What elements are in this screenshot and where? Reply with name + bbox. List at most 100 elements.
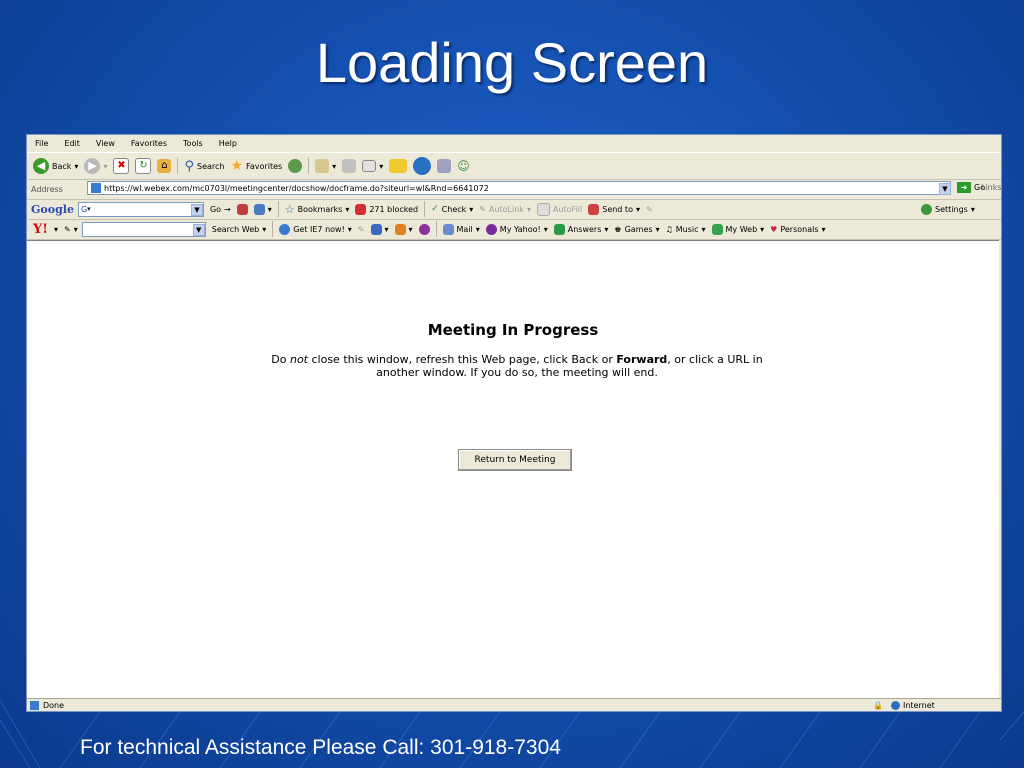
menu-file[interactable]: File xyxy=(35,139,48,148)
personals-button[interactable]: ♥ Personals ▾ xyxy=(770,225,825,234)
discuss-button[interactable] xyxy=(389,159,408,173)
toolbar-separator xyxy=(177,158,179,174)
search-dropdown-icon[interactable]: ▼ xyxy=(190,203,203,216)
history-button[interactable] xyxy=(288,159,303,173)
home-button[interactable]: ⌂ xyxy=(157,159,172,173)
chevron-down-icon: ▾ xyxy=(475,224,480,234)
google-settings-button[interactable]: Settings ▾ xyxy=(921,203,975,215)
envelope-icon xyxy=(442,223,454,235)
yahoo-toolbar-button-c[interactable] xyxy=(418,223,430,235)
chevron-down-icon: ▾ xyxy=(74,161,79,171)
settings-icon xyxy=(921,203,932,215)
chevron-down-icon: ▾ xyxy=(469,204,474,214)
chevron-down-icon: ▾ xyxy=(262,224,267,234)
search-button[interactable]: ⚲ Search xyxy=(184,159,224,174)
chevron-down-icon: ▾ xyxy=(347,224,352,234)
people-icon: ☺ xyxy=(457,159,470,173)
google-go-button[interactable]: Go → xyxy=(210,205,231,214)
star-outline-icon: ☆ xyxy=(284,202,295,216)
mail-button[interactable]: ▾ xyxy=(315,159,336,173)
chevron-down-icon: ▾ xyxy=(701,224,706,234)
back-button[interactable]: ◀ Back ▾ xyxy=(33,158,78,174)
stop-button[interactable]: ✖ xyxy=(113,158,130,174)
games-button[interactable]: ♚ Games ▾ xyxy=(614,225,659,234)
messenger-button[interactable] xyxy=(437,159,452,173)
edit-page-icon xyxy=(362,160,377,172)
search-web-button[interactable]: Search Web ▾ xyxy=(212,225,266,234)
contacts-button[interactable]: ☺ xyxy=(457,159,470,173)
research-button[interactable] xyxy=(413,157,432,175)
menu-favorites[interactable]: Favorites xyxy=(131,139,167,148)
google-toolbar: Google G ▾ ▼ Go → ▾ ☆ Bookmarks ▾ 271 bl… xyxy=(27,199,1001,220)
chevron-down-icon: ▾ xyxy=(54,224,59,234)
antispy-icon xyxy=(394,223,406,235)
menu-tools[interactable]: Tools xyxy=(183,139,203,148)
yahoo-logo[interactable]: Y! xyxy=(33,222,48,237)
support-phone-text: For technical Assistance Please Call: 30… xyxy=(80,736,561,759)
refresh-button[interactable]: ↻ xyxy=(135,158,152,174)
edit-button[interactable]: ▾ xyxy=(362,160,383,172)
standard-toolbar: ◀ Back ▾ ▶ ▾ ✖ ↻ ⌂ ⚲ Search ★ Favorites xyxy=(27,152,1001,180)
spell-check-button[interactable]: ✓ Check ▾ xyxy=(431,204,473,214)
return-to-meeting-button[interactable]: Return to Meeting xyxy=(458,449,572,471)
chevron-down-icon: ▾ xyxy=(103,161,108,171)
links-label[interactable]: Links xyxy=(981,183,1001,192)
music-button[interactable]: ♫ Music ▾ xyxy=(666,225,706,234)
ie-icon xyxy=(279,223,291,235)
autolink-button[interactable]: ✎ AutoLink ▾ xyxy=(479,205,531,214)
toolbar-separator xyxy=(277,201,279,217)
chevron-down-icon: ▾ xyxy=(408,224,413,234)
autofill-icon xyxy=(536,202,550,216)
page-done-icon xyxy=(30,701,39,710)
address-input[interactable]: https://wl.webex.com/mc0703l/meetingcent… xyxy=(87,181,951,195)
yahoo-search-input[interactable]: ▼ xyxy=(81,221,206,237)
pencil-icon: ✎ xyxy=(357,224,365,234)
status-bar: Done 🔒 Internet xyxy=(27,698,1001,711)
arrow-right-icon: → xyxy=(224,204,231,214)
answers-icon xyxy=(553,223,565,235)
menu-help[interactable]: Help xyxy=(219,139,237,148)
forward-button[interactable]: ▶ ▾ xyxy=(84,158,107,174)
menu-view[interactable]: View xyxy=(96,139,115,148)
print-button[interactable] xyxy=(342,159,357,173)
heart-icon: ♥ xyxy=(770,224,778,234)
popup-blocker-icon xyxy=(355,203,367,215)
google-logo[interactable]: Google xyxy=(31,203,74,216)
yahoo-mail-button[interactable]: Mail ▾ xyxy=(442,223,480,235)
chevron-down-icon: ▾ xyxy=(87,205,91,213)
chevron-down-icon: ▾ xyxy=(821,224,826,234)
popup-blocker-button[interactable]: 271 blocked xyxy=(355,203,418,215)
refresh-icon: ↻ xyxy=(135,158,152,174)
my-web-button[interactable]: My Web ▾ xyxy=(711,223,765,235)
yahoo-toolbar-button-b[interactable]: ▾ xyxy=(394,223,413,235)
globe-icon xyxy=(413,157,432,175)
mail-icon xyxy=(315,159,330,173)
chevron-down-icon: ▾ xyxy=(267,204,272,214)
get-ie7-button[interactable]: Get IE7 now! ▾ xyxy=(279,223,352,235)
yahoo-highlight-button[interactable]: ✎ xyxy=(358,225,365,234)
pagerank-button[interactable] xyxy=(236,203,248,215)
answers-button[interactable]: Answers ▾ xyxy=(553,223,608,235)
google-options-icon xyxy=(253,203,265,215)
yahoo-toolbar-button-a[interactable]: ▾ xyxy=(370,223,389,235)
status-text: Done xyxy=(43,701,65,710)
my-yahoo-button[interactable]: My Yahoo! ▾ xyxy=(485,223,548,235)
yahoo-edit-button[interactable]: ✎ ▾ xyxy=(64,225,78,234)
search-dropdown-icon[interactable]: ▼ xyxy=(192,223,205,236)
highlight-button[interactable]: ✎ xyxy=(646,205,653,214)
chevron-down-icon: ▾ xyxy=(73,224,78,234)
toolbar-separator xyxy=(308,158,310,174)
joystick-icon: ♚ xyxy=(614,224,622,234)
send-to-button[interactable]: Send to ▾ xyxy=(588,203,640,215)
page-content: Meeting In Progress Do not close this wi… xyxy=(27,240,999,698)
google-search-input[interactable]: G ▾ ▼ xyxy=(77,201,204,217)
menu-edit[interactable]: Edit xyxy=(64,139,80,148)
go-arrow-icon: ➜ xyxy=(957,182,971,193)
favorites-button[interactable]: ★ Favorites xyxy=(230,158,282,174)
bookmarks-button[interactable]: ☆ Bookmarks ▾ xyxy=(285,203,350,216)
google-options-button[interactable]: ▾ xyxy=(253,203,272,215)
address-dropdown-icon[interactable]: ▼ xyxy=(939,183,951,195)
autofill-button[interactable]: AutoFill xyxy=(536,202,582,216)
chevron-down-icon: ▾ xyxy=(760,224,765,234)
spell-check-icon: ✓ xyxy=(431,204,439,214)
